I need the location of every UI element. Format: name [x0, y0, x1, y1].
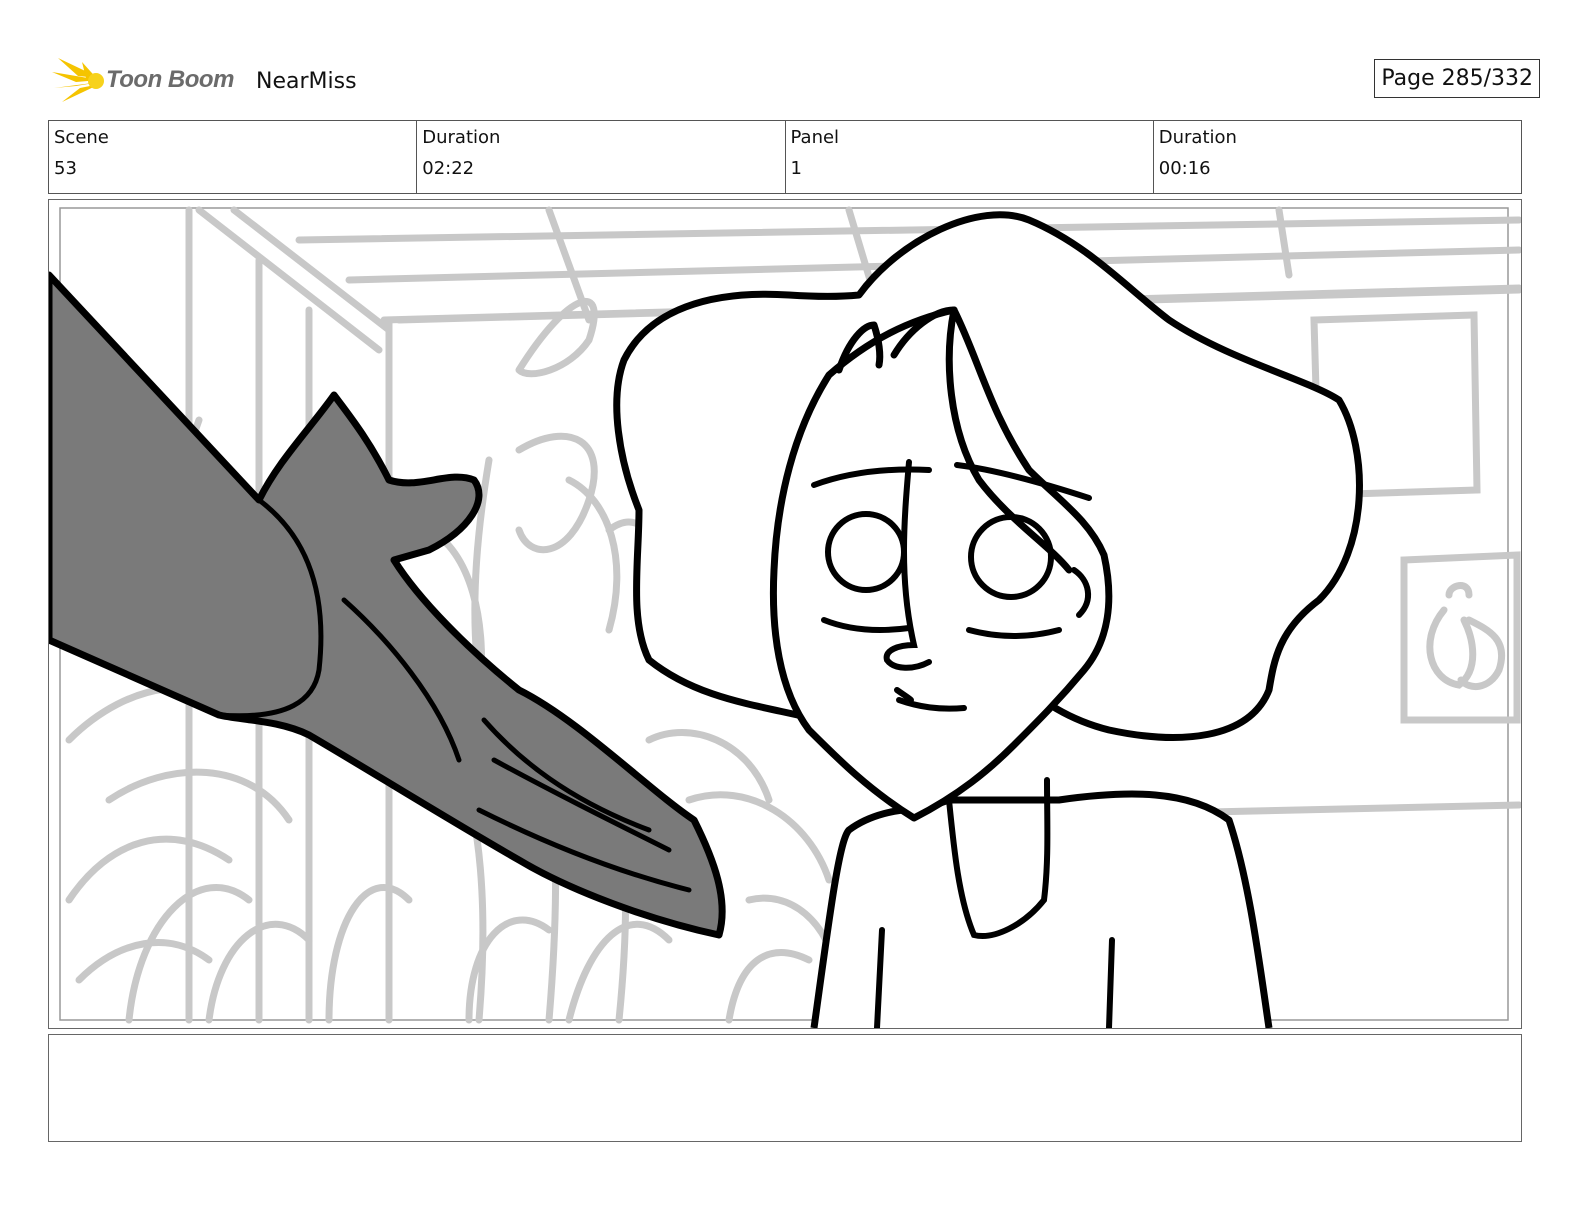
- panel-duration-value: 00:16: [1158, 158, 1211, 179]
- panel-duration-label: Duration: [1158, 127, 1237, 148]
- scene-cell: Scene 53: [49, 121, 418, 193]
- scene-duration-value: 02:22: [422, 158, 475, 179]
- scene-duration-label: Duration: [422, 127, 501, 148]
- toon-boom-logo: Toon Boom: [52, 56, 242, 108]
- project-title: NearMiss: [256, 69, 357, 94]
- brand-name: Toon Boom: [106, 66, 234, 93]
- girl-body: [810, 790, 1273, 1028]
- panel-info-table: Scene 53 Duration 02:22 Panel 1 Duration…: [48, 120, 1522, 194]
- storyboard-panel-frame: [48, 199, 1522, 1029]
- starburst-icon: [52, 58, 104, 102]
- page-header: Toon Boom NearMiss Page 285/332: [50, 56, 1540, 108]
- panel-cell: Panel 1: [786, 121, 1154, 193]
- panel-notes-box: [48, 1034, 1522, 1142]
- panel-value: 1: [790, 158, 802, 179]
- scene-duration-cell: Duration 02:22: [417, 121, 786, 193]
- panel-duration-cell: Duration 00:16: [1154, 121, 1521, 193]
- scene-label: Scene: [54, 127, 109, 148]
- page-number: Page 285/332: [1374, 59, 1540, 98]
- panel-label: Panel: [790, 127, 840, 148]
- scene-value: 53: [54, 158, 77, 179]
- storyboard-drawing: [49, 206, 1521, 1028]
